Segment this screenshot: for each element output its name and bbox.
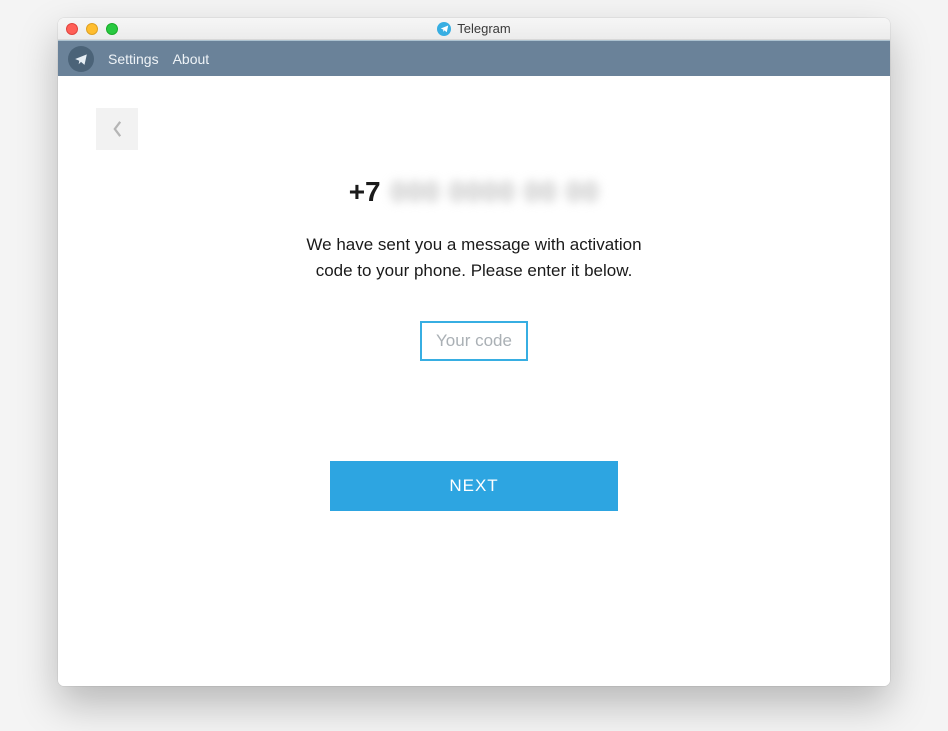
center-stack: +7 000 0000 00 00 We have sent you a mes…	[58, 176, 890, 511]
activation-code-input[interactable]	[420, 321, 528, 361]
app-root: Settings About +7 000 0000 00 00 We have…	[58, 40, 890, 686]
mac-titlebar: Telegram	[58, 18, 890, 40]
app-window: Telegram Settings About +7 000 0000 00 0…	[58, 18, 890, 686]
app-menubar: Settings About	[58, 40, 890, 76]
back-button[interactable]	[96, 108, 138, 150]
zoom-window-button[interactable]	[106, 23, 118, 35]
instruction-line-1: We have sent you a message with activati…	[306, 235, 641, 254]
instruction-line-2: code to your phone. Please enter it belo…	[316, 261, 633, 280]
phone-number-display: +7 000 0000 00 00	[349, 176, 600, 208]
phone-prefix: +7	[349, 176, 381, 208]
menu-settings[interactable]: Settings	[108, 51, 159, 67]
instruction-text: We have sent you a message with activati…	[306, 232, 641, 283]
next-button[interactable]: NEXT	[330, 461, 618, 511]
phone-number-masked: 000 0000 00 00	[391, 176, 600, 208]
chevron-left-icon	[112, 120, 123, 138]
window-title-group: Telegram	[58, 21, 890, 36]
close-window-button[interactable]	[66, 23, 78, 35]
telegram-icon	[437, 22, 451, 36]
activation-code-panel: +7 000 0000 00 00 We have sent you a mes…	[58, 76, 890, 686]
window-title: Telegram	[457, 21, 510, 36]
menu-about[interactable]: About	[173, 51, 210, 67]
minimize-window-button[interactable]	[86, 23, 98, 35]
app-menu-icon[interactable]	[68, 46, 94, 72]
traffic-lights	[66, 23, 118, 35]
